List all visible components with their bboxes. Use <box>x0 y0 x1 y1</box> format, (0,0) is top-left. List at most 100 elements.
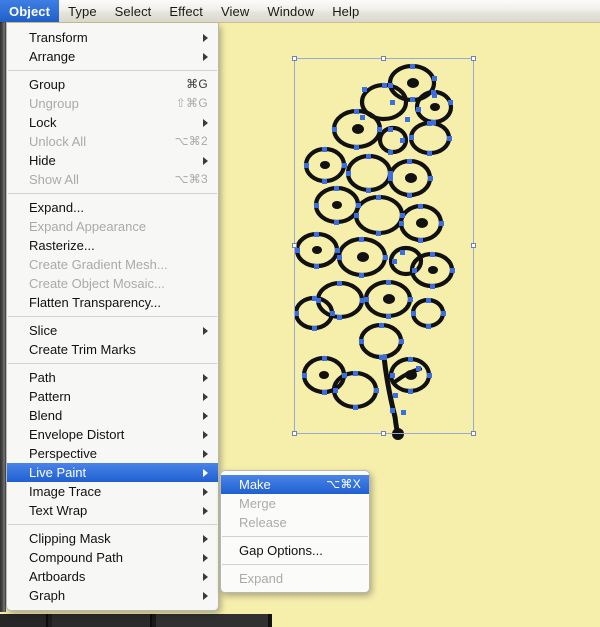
chevron-right-icon <box>203 506 208 515</box>
live-paint-item-gap-options[interactable]: Gap Options... <box>221 541 369 560</box>
menu-item-label: Image Trace <box>29 484 102 499</box>
live-paint-item-make[interactable]: Make ⌥⌘X <box>221 475 369 494</box>
menu-item-label: Lock <box>29 115 57 130</box>
chevron-right-icon <box>203 52 208 61</box>
menu-item-label: Blend <box>29 408 63 423</box>
menu-item-label: Artboards <box>29 569 86 584</box>
selection-handle-top-right[interactable] <box>471 56 476 61</box>
chevron-right-icon <box>203 430 208 439</box>
menu-item-label: Create Object Mosaic... <box>29 276 165 291</box>
menu-item-label: Compound Path <box>29 550 123 565</box>
menu-item-label: Envelope Distort <box>29 427 125 442</box>
menu-item-label: Gap Options... <box>239 543 323 558</box>
menu-item-label: Expand <box>239 571 284 586</box>
chevron-right-icon <box>203 373 208 382</box>
object-menu-item-clipping-mask[interactable]: Clipping Mask <box>7 529 218 548</box>
object-menu-item-compound-path[interactable]: Compound Path <box>7 548 218 567</box>
object-menu-item-expand[interactable]: Expand... <box>7 198 218 217</box>
chevron-right-icon <box>203 534 208 543</box>
selection-handle-bottom-center[interactable] <box>381 431 386 436</box>
chevron-right-icon <box>203 468 208 477</box>
object-menu-item-blend[interactable]: Blend <box>7 406 218 425</box>
object-menu-item-create-gradient-mesh: Create Gradient Mesh... <box>7 255 218 274</box>
object-menu-item-expand-appearance: Expand Appearance <box>7 217 218 236</box>
menu-item-shortcut: ⇧⌘G <box>175 96 208 110</box>
menu-item-shortcut: ⌘G <box>186 77 208 91</box>
menu-separator <box>8 524 217 525</box>
live-paint-item-expand: Expand <box>221 569 369 588</box>
chevron-right-icon <box>203 156 208 165</box>
live-paint-submenu[interactable]: Make ⌥⌘X Merge Release Gap Options... Expand <box>220 470 370 593</box>
menu-item-label: Pattern <box>29 389 71 404</box>
chevron-right-icon <box>203 553 208 562</box>
object-menu-item-create-trim-marks[interactable]: Create Trim Marks <box>7 340 218 359</box>
menu-item-label: Rasterize... <box>29 238 95 253</box>
menu-item-label: Merge <box>239 496 276 511</box>
object-menu-item-unlock-all: Unlock All ⌥⌘2 <box>7 132 218 151</box>
object-menu-item-lock[interactable]: Lock <box>7 113 218 132</box>
object-menu-item-flatten-transparency[interactable]: Flatten Transparency... <box>7 293 218 312</box>
chevron-right-icon <box>203 33 208 42</box>
artwork-group[interactable] <box>280 45 490 445</box>
object-menu-item-rasterize[interactable]: Rasterize... <box>7 236 218 255</box>
menu-item-shortcut: ⌥⌘3 <box>174 172 208 186</box>
selection-handle-top-left[interactable] <box>292 56 297 61</box>
menubar-item-object[interactable]: Object <box>0 0 60 22</box>
menu-item-label: Flatten Transparency... <box>29 295 161 310</box>
menu-separator <box>8 70 217 71</box>
object-dropdown-menu[interactable]: Transform Arrange Group ⌘G Ungroup ⇧⌘G Lock Unl… <box>6 23 219 611</box>
menu-item-label: Group <box>29 77 66 92</box>
object-menu-item-image-trace[interactable]: Image Trace <box>7 482 218 501</box>
object-menu-item-pattern[interactable]: Pattern <box>7 387 218 406</box>
chevron-right-icon <box>203 449 208 458</box>
selection-bounding-box[interactable] <box>292 56 476 436</box>
object-menu-item-graph[interactable]: Graph <box>7 586 218 605</box>
menu-bar[interactable]: Object Type Select Effect View Window Help <box>0 0 600 22</box>
live-paint-item-merge: Merge <box>221 494 369 513</box>
object-menu-item-group[interactable]: Group ⌘G <box>7 75 218 94</box>
live-paint-item-release: Release <box>221 513 369 532</box>
menubar-item-window[interactable]: Window <box>258 0 323 22</box>
menu-separator <box>8 193 217 194</box>
object-menu-item-hide[interactable]: Hide <box>7 151 218 170</box>
selection-handle-bottom-right[interactable] <box>471 431 476 436</box>
object-menu-item-perspective[interactable]: Perspective <box>7 444 218 463</box>
object-menu-item-show-all: Show All ⌥⌘3 <box>7 170 218 189</box>
menubar-item-view[interactable]: View <box>212 0 258 22</box>
object-menu-item-envelope-distort[interactable]: Envelope Distort <box>7 425 218 444</box>
menu-separator <box>222 564 368 565</box>
menubar-item-type[interactable]: Type <box>59 0 106 22</box>
menu-item-label: Hide <box>29 153 56 168</box>
object-menu-item-path[interactable]: Path <box>7 368 218 387</box>
menu-item-label: Live Paint <box>29 465 87 480</box>
chevron-right-icon <box>203 326 208 335</box>
menubar-item-help[interactable]: Help <box>323 0 368 22</box>
menu-item-shortcut: ⌥⌘2 <box>174 134 208 148</box>
selection-handle-middle-left[interactable] <box>292 243 297 248</box>
chevron-right-icon <box>203 411 208 420</box>
object-menu-item-live-paint[interactable]: Live Paint <box>7 463 218 482</box>
object-menu-item-ungroup: Ungroup ⇧⌘G <box>7 94 218 113</box>
menu-item-label: Expand... <box>29 200 84 215</box>
object-menu-item-text-wrap[interactable]: Text Wrap <box>7 501 218 520</box>
menu-item-label: Text Wrap <box>29 503 88 518</box>
menu-item-label: Expand Appearance <box>29 219 147 234</box>
selection-handle-bottom-left[interactable] <box>292 431 297 436</box>
object-menu-item-slice[interactable]: Slice <box>7 321 218 340</box>
menu-item-label: Slice <box>29 323 58 338</box>
menu-item-label: Release <box>239 515 287 530</box>
menubar-item-select[interactable]: Select <box>106 0 161 22</box>
chevron-right-icon <box>203 118 208 127</box>
object-menu-item-transform[interactable]: Transform <box>7 28 218 47</box>
menu-item-label: Create Trim Marks <box>29 342 136 357</box>
object-menu-item-arrange[interactable]: Arrange <box>7 47 218 66</box>
selection-handle-top-center[interactable] <box>381 56 386 61</box>
menu-item-label: Make <box>239 477 271 492</box>
menu-item-shortcut: ⌥⌘X <box>326 477 361 491</box>
dock-strip[interactable] <box>0 614 272 627</box>
object-menu-item-artboards[interactable]: Artboards <box>7 567 218 586</box>
selection-handle-middle-right[interactable] <box>471 243 476 248</box>
menu-separator <box>8 363 217 364</box>
menu-item-label: Clipping Mask <box>29 531 111 546</box>
menubar-item-effect[interactable]: Effect <box>160 0 212 22</box>
